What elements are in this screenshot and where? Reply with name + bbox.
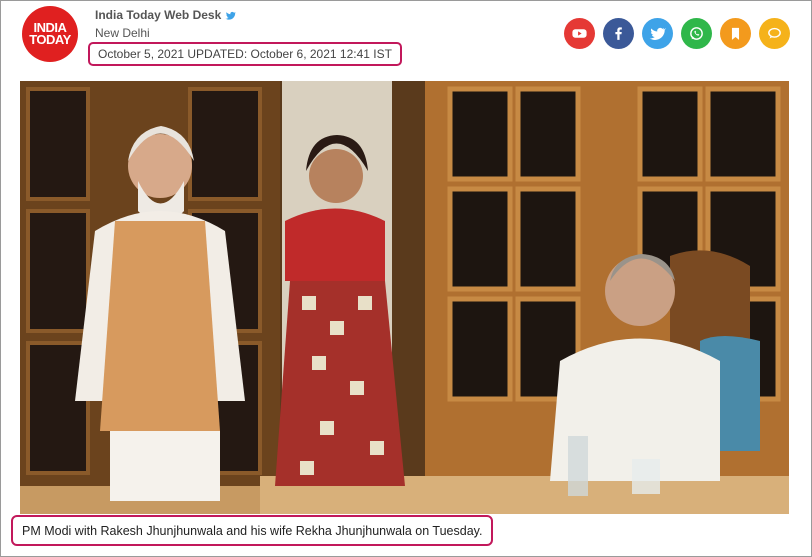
author-byline[interactable]: India Today Web Desk xyxy=(95,8,237,22)
twitter-bird-icon[interactable] xyxy=(225,10,237,21)
facebook-share-button[interactable] xyxy=(603,18,634,49)
logo-line-2: TODAY xyxy=(29,32,71,47)
photo-caption: PM Modi with Rakesh Jhunjhunwala and his… xyxy=(11,515,494,546)
youtube-icon xyxy=(572,29,587,38)
bookmark-icon xyxy=(731,27,740,40)
twitter-share-button[interactable] xyxy=(642,18,673,49)
bookmark-button[interactable] xyxy=(720,18,751,49)
article-photo[interactable] xyxy=(20,81,789,514)
dateline-location: New Delhi xyxy=(95,26,150,40)
author-name[interactable]: India Today Web Desk xyxy=(95,8,221,22)
comment-button[interactable] xyxy=(759,18,790,49)
meeting-photo-illustration xyxy=(20,81,789,514)
facebook-icon xyxy=(615,27,622,40)
twitter-icon xyxy=(649,27,666,40)
share-bar xyxy=(564,18,790,49)
comment-icon xyxy=(768,27,781,39)
whatsapp-icon xyxy=(690,27,703,40)
whatsapp-share-button[interactable] xyxy=(681,18,712,49)
india-today-logo[interactable]: INDIA TODAY xyxy=(22,6,78,62)
youtube-share-button[interactable] xyxy=(564,18,595,49)
publish-dateline: October 5, 2021 UPDATED: October 6, 2021… xyxy=(88,42,402,66)
